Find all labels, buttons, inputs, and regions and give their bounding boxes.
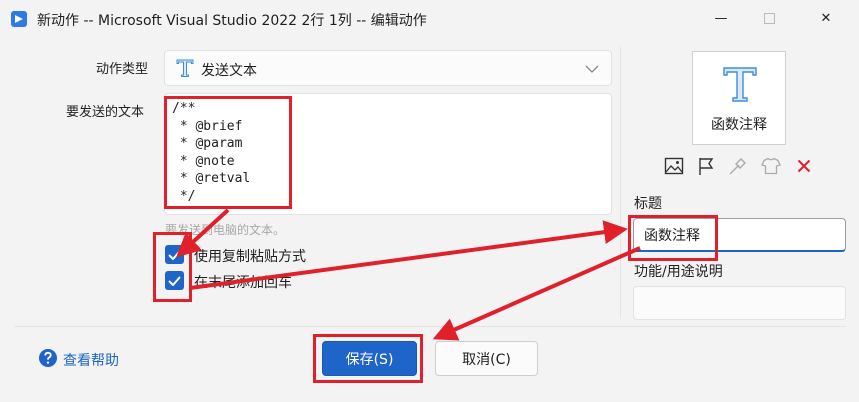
- title-label: 标题: [634, 196, 662, 212]
- cancel-button[interactable]: 取消(C): [435, 341, 538, 376]
- action-type-select[interactable]: 发送文本: [164, 50, 612, 86]
- preview-label: 函数注释: [711, 117, 767, 133]
- help-icon[interactable]: [38, 348, 58, 368]
- annotation-box-save: [313, 334, 423, 383]
- annotation-box-title: [628, 215, 718, 261]
- arrow-title-to-save: [432, 246, 641, 341]
- minimize-button[interactable]: —: [698, 0, 744, 36]
- minimize-icon: —: [714, 10, 728, 26]
- footer-divider: [14, 326, 846, 327]
- color-picker-icon[interactable]: [727, 155, 749, 177]
- text-type-icon: [721, 65, 759, 105]
- text-to-send-label: 要发送的文本: [66, 105, 145, 120]
- chevron-down-icon: [585, 63, 599, 78]
- close-icon: ✕: [820, 10, 832, 26]
- maximize-button[interactable]: [746, 0, 792, 36]
- icon-preview[interactable]: 函数注释: [692, 51, 786, 145]
- annotation-box-text: [164, 96, 292, 209]
- append-enter-label[interactable]: 在末尾添加回车: [194, 272, 292, 292]
- text-type-icon: [174, 57, 196, 79]
- shirt-icon[interactable]: [760, 155, 782, 177]
- app-icon: [10, 10, 28, 28]
- use-clipboard-label[interactable]: 使用复制粘贴方式: [194, 246, 306, 266]
- help-link[interactable]: 查看帮助: [63, 350, 119, 370]
- annotation-box-checkboxes: [153, 232, 192, 302]
- delete-icon[interactable]: [793, 155, 815, 177]
- close-button[interactable]: ✕: [803, 0, 849, 36]
- action-type-value: 发送文本: [201, 63, 257, 79]
- maximize-icon: [763, 12, 775, 24]
- window-title: 新动作 -- Microsoft Visual Studio 2022 2行 1…: [37, 13, 427, 29]
- panel-divider: [620, 47, 621, 319]
- action-type-label: 动作类型: [96, 62, 149, 77]
- description-input[interactable]: [633, 286, 846, 320]
- image-icon[interactable]: [663, 155, 685, 177]
- flag-icon[interactable]: [695, 155, 717, 177]
- description-label: 功能/用途说明: [634, 264, 723, 280]
